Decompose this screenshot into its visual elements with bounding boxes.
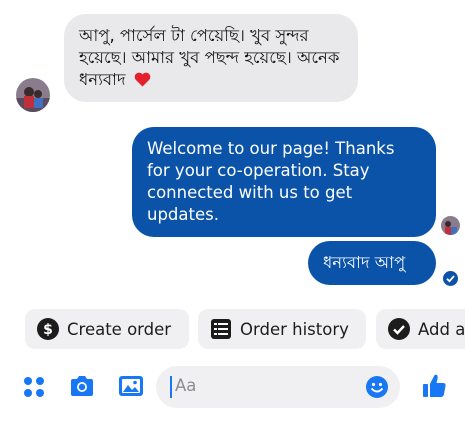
image-icon[interactable] (117, 372, 145, 400)
create-order-button[interactable]: $ Create order (25, 309, 189, 349)
order-history-button[interactable]: Order history (198, 309, 366, 349)
create-order-label: Create order (67, 319, 172, 339)
outgoing-message-bubble[interactable]: Welcome to our page! Thanks for your co-… (132, 127, 436, 237)
sender-avatar[interactable] (16, 78, 50, 112)
apps-grid-icon[interactable] (20, 372, 48, 400)
list-icon (211, 319, 231, 339)
outgoing-reply-text: ধন্যবাদ আপু (323, 253, 406, 272)
like-icon[interactable] (420, 372, 448, 400)
add-label: Add a (418, 319, 465, 339)
camera-icon[interactable] (68, 372, 96, 400)
emoji-icon[interactable] (365, 375, 389, 399)
incoming-message-bubble[interactable]: আপু, পার্সেল টা পেয়েছি। খুব সুন্দর হয়ে… (64, 14, 358, 102)
incoming-message-text: আপু, পার্সেল টা পেয়েছি। খুব সুন্দর হয়ে… (79, 26, 340, 89)
message-input[interactable]: Aa (156, 366, 400, 408)
outgoing-message-text: Welcome to our page! Thanks for your co-… (147, 139, 395, 224)
message-input-placeholder: Aa (175, 376, 197, 395)
svg-text:$: $ (43, 322, 53, 338)
check-circle-icon (388, 318, 410, 340)
outgoing-reply-bubble[interactable]: ধন্যবাদ আপু (308, 241, 436, 285)
read-receipt-icon (443, 271, 458, 286)
text-caret (170, 376, 172, 398)
heart-emoji-icon (134, 72, 151, 87)
seen-avatar (441, 216, 460, 235)
dollar-icon: $ (37, 318, 59, 340)
order-history-label: Order history (240, 319, 349, 339)
add-button[interactable]: Add a (376, 309, 465, 349)
